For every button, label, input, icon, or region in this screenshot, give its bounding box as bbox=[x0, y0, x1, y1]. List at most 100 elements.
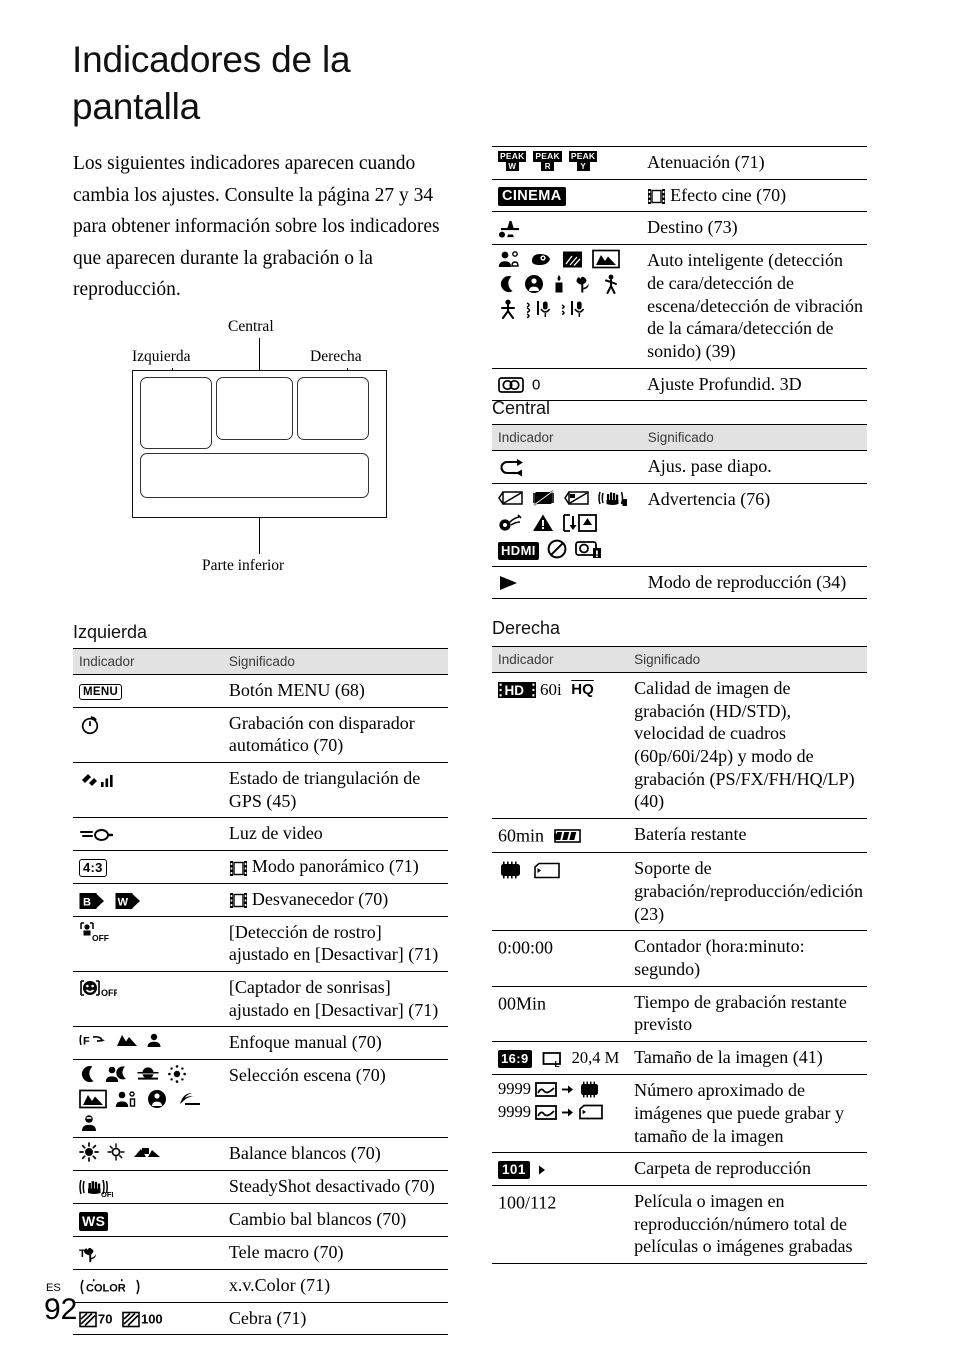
walking-scene-icon bbox=[602, 274, 620, 295]
meaning-cell: Soporte de grabación/reproducción/edició… bbox=[628, 852, 867, 931]
portrait-focus-icon bbox=[145, 1032, 163, 1048]
indicator-cell: HD 60i HQ bbox=[492, 671, 629, 819]
film-strip-icon bbox=[647, 187, 666, 206]
night-portrait-icon bbox=[105, 1065, 129, 1083]
table-row: 0 Ajuste Profundid. 3D bbox=[492, 367, 867, 402]
diagram-label-bottom: Parte inferior bbox=[202, 557, 285, 574]
svg-text:COLOR: COLOR bbox=[86, 1282, 126, 1294]
indicator-cell bbox=[73, 706, 223, 763]
table-header-row: Indicador Significado bbox=[73, 648, 448, 675]
meaning-cell: Auto inteligente (detección de cara/dete… bbox=[641, 244, 867, 369]
photo-count-internal: 9999 bbox=[498, 1079, 531, 1099]
indicator-cell: PEAK W PEAK R PEAK Y bbox=[492, 146, 642, 180]
table-row: 9999 9999 Número aproximado de imágenes … bbox=[492, 1074, 867, 1153]
table-row: CINEMA Efecto cine (70) bbox=[492, 178, 867, 212]
intro-paragraph: Los siguientes indicadores aparecen cuan… bbox=[73, 153, 440, 301]
diagram-label-right: Derecha bbox=[310, 348, 362, 365]
sound-detection-quiet-icon bbox=[560, 299, 586, 319]
image-size-L-icon: L bbox=[542, 1050, 564, 1068]
table-row: Selección escena (70) bbox=[73, 1058, 448, 1138]
leader-line-bottom bbox=[259, 518, 260, 554]
3d-depth-icon bbox=[498, 376, 532, 394]
screen-frame bbox=[132, 370, 387, 518]
meaning-cell: Ajuste Profundid. 3D bbox=[641, 367, 867, 402]
indicator-cell bbox=[73, 1136, 223, 1171]
fader-white-icon: W bbox=[115, 892, 141, 910]
table-row: COLOR x.v.Color (71) bbox=[73, 1269, 448, 1303]
indicator-cell: 100/112 bbox=[492, 1184, 629, 1264]
table-izquierda: Indicador Significado MENU Botón MENU (6… bbox=[73, 648, 448, 1336]
meaning-cell: x.v.Color (71) bbox=[222, 1269, 448, 1303]
internal-memory-icon bbox=[578, 1081, 602, 1098]
table-header-row: Indicador Significado bbox=[492, 646, 867, 673]
video-light-icon bbox=[79, 825, 113, 845]
indicator-cell: 4:3 bbox=[73, 850, 223, 884]
folio-number: 92 bbox=[44, 1293, 78, 1326]
table-row: OFF [Captador de sonrisas] ajustado en [… bbox=[73, 970, 448, 1027]
aspect-4-3-icon: 4:3 bbox=[79, 858, 107, 878]
indicator-cell bbox=[73, 762, 223, 818]
meaning-text: Efecto cine (70) bbox=[670, 184, 787, 205]
landscape-boxed-icon bbox=[79, 1089, 107, 1109]
playback-count-value: 100/112 bbox=[498, 1192, 557, 1213]
col-header-significado: Significado bbox=[628, 646, 867, 673]
manual-focus-icon: F bbox=[79, 1031, 109, 1049]
meaning-cell: Ajus. pase diapo. bbox=[641, 450, 867, 484]
warning-triangle-icon bbox=[532, 513, 554, 533]
face-detection-icon bbox=[498, 250, 522, 268]
table-row: F Enfoque manual (70) bbox=[73, 1026, 448, 1060]
tripod-scene-icon bbox=[498, 299, 518, 320]
mountain-focus-icon bbox=[116, 1032, 138, 1048]
meaning-cell: Tamaño de la imagen (41) bbox=[628, 1040, 867, 1075]
meaning-cell: [Captador de sonrisas] ajustado en [Desa… bbox=[222, 970, 448, 1027]
battery-time-label: 60min bbox=[498, 825, 545, 846]
meaning-cell: Número aproximado de imágenes que puede … bbox=[628, 1074, 867, 1153]
steadyshot-off-icon: OFF bbox=[79, 1176, 113, 1198]
one-push-wb-icon bbox=[133, 1144, 161, 1160]
screen-layout-diagram: Central Izquierda Derecha Parte inferior bbox=[110, 312, 450, 582]
meaning-cell: Balance blancos (70) bbox=[222, 1136, 448, 1171]
svg-text:L: L bbox=[555, 1059, 560, 1068]
indicator-cell: 16:9 L 20,4 M bbox=[492, 1040, 629, 1075]
night-scene-icon bbox=[79, 1065, 97, 1083]
meaning-text: Modo panorámico (71) bbox=[251, 856, 419, 877]
landscape-scene-icon bbox=[592, 249, 620, 269]
meaning-cell: Grabación con disparador automático (70) bbox=[222, 706, 448, 763]
section-heading-izquierda: Izquierda bbox=[73, 622, 148, 642]
table-central: Indicador Significado Ajus. pase diapo. bbox=[492, 424, 867, 600]
menu-icon: MENU bbox=[79, 683, 123, 701]
table-row: Balance blancos (70) bbox=[73, 1136, 448, 1171]
meaning-cell: Tele macro (70) bbox=[222, 1236, 448, 1270]
svg-text:OFF: OFF bbox=[92, 933, 109, 943]
diagram-label-central: Central bbox=[228, 318, 274, 335]
zone-left bbox=[140, 377, 212, 449]
prohibited-icon bbox=[547, 539, 567, 559]
table-row: 00Min Tiempo de grabación restante previ… bbox=[492, 985, 867, 1042]
meaning-cell: Batería restante bbox=[628, 818, 867, 853]
counter-value: 0:00:00 bbox=[498, 937, 554, 958]
battery-icon bbox=[553, 829, 582, 843]
meaning-cell: Botón MENU (68) bbox=[222, 674, 448, 708]
meaning-cell: Atenuación (71) bbox=[641, 146, 867, 180]
table-row: 60min Batería restante bbox=[492, 818, 867, 853]
indicator-cell bbox=[492, 211, 642, 245]
indicator-cell: 70 100 bbox=[73, 1301, 223, 1336]
table-row: Destino (73) bbox=[492, 211, 867, 245]
battery-warning-icon bbox=[498, 490, 524, 506]
indicator-cell: HDMI bbox=[492, 482, 642, 567]
peak-w-icon: PEAK W bbox=[498, 151, 527, 172]
indicator-cell: 00Min bbox=[492, 985, 629, 1042]
internal-memory-icon bbox=[498, 861, 524, 879]
col-header-indicador: Indicador bbox=[492, 646, 629, 673]
memory-card-icon bbox=[533, 862, 561, 879]
indicator-cell: T bbox=[73, 1236, 223, 1270]
bulb-wb-icon bbox=[106, 1142, 126, 1162]
indicator-cell: 60min bbox=[492, 818, 629, 853]
svg-text:F: F bbox=[83, 1036, 90, 1048]
table-row: 100/112 Película o imagen en reproducció… bbox=[492, 1184, 867, 1264]
photos-to-card-row: 9999 bbox=[498, 1102, 624, 1123]
zone-right bbox=[297, 377, 369, 440]
indicator-cell: MENU bbox=[73, 674, 223, 708]
night-scene-icon bbox=[498, 275, 516, 293]
white-balance-shift-icon: WS bbox=[79, 1211, 109, 1231]
